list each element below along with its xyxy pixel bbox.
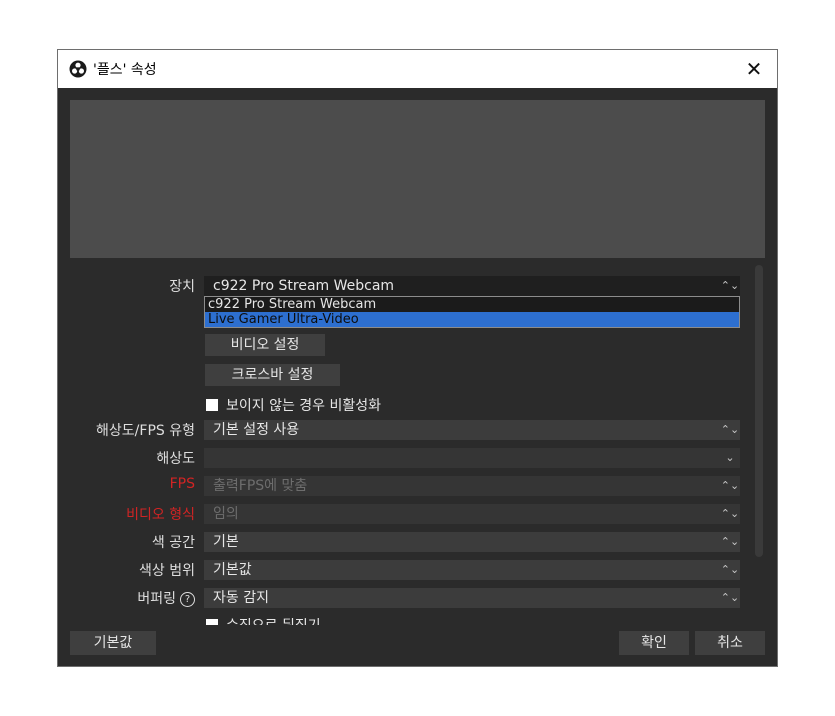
flip-vertical-checkbox[interactable] [206, 619, 218, 625]
updown-arrow-icon: ⌃⌄ [720, 535, 740, 548]
buffering-label-row: 버퍼링? [137, 588, 195, 608]
chevron-down-icon: ⌄ [725, 451, 735, 464]
help-icon[interactable]: ? [180, 592, 195, 607]
flip-vertical-label: 수직으로 뒤집기 [226, 615, 321, 625]
title-bar: '플스' 속성 ✕ [58, 50, 777, 88]
buffering-value: 자동 감지 [213, 590, 269, 606]
close-icon: ✕ [745, 57, 763, 81]
resolution-fps-type-value: 기본 설정 사용 [213, 422, 300, 438]
properties-scrollbar[interactable] [755, 265, 763, 557]
device-dropdown-list: c922 Pro Stream Webcam Live Gamer Ultra-… [204, 296, 740, 328]
color-space-select[interactable]: 기본 ⌃⌄ [204, 532, 740, 552]
resolution-fps-type-select[interactable]: 기본 설정 사용 ⌃⌄ [204, 420, 740, 440]
updown-arrow-icon: ⌃⌄ [720, 279, 740, 292]
window-title: '플스' 속성 [93, 62, 157, 78]
obs-logo-icon [69, 60, 87, 78]
resolution-fps-type-label: 해상도/FPS 유형 [96, 423, 195, 439]
buffering-label: 버퍼링 [137, 591, 176, 607]
video-settings-button[interactable]: 비디오 설정 [205, 334, 325, 356]
fps-select[interactable]: 출력FPS에 맞춤 ⌃⌄ [204, 476, 740, 496]
video-format-label: 비디오 형식 [126, 507, 195, 523]
color-space-value: 기본 [213, 534, 239, 550]
color-space-label: 색 공간 [151, 535, 195, 551]
cancel-button[interactable]: 취소 [695, 631, 765, 655]
updown-arrow-icon: ⌃⌄ [720, 423, 740, 436]
device-select[interactable]: c922 Pro Stream Webcam ⌃⌄ [204, 276, 740, 296]
color-range-select[interactable]: 기본값 ⌃⌄ [204, 560, 740, 580]
color-range-value: 기본값 [213, 562, 252, 578]
deactivate-when-hidden-checkbox[interactable] [206, 399, 218, 411]
close-button[interactable]: ✕ [741, 56, 767, 82]
device-option[interactable]: c922 Pro Stream Webcam [205, 297, 739, 312]
updown-arrow-icon: ⌃⌄ [720, 507, 740, 520]
fps-value: 출력FPS에 맞춤 [213, 478, 308, 494]
updown-arrow-icon: ⌃⌄ [720, 591, 740, 604]
color-range-label: 색상 범위 [139, 563, 195, 579]
defaults-button[interactable]: 기본값 [70, 631, 156, 655]
updown-arrow-icon: ⌃⌄ [720, 479, 740, 492]
video-format-select[interactable]: 임의 ⌃⌄ [204, 504, 740, 524]
ok-button[interactable]: 확인 [619, 631, 689, 655]
properties-panel: 장치 c922 Pro Stream Webcam ⌃⌄ c922 Pro St… [58, 265, 777, 625]
flip-vertical-row[interactable]: 수직으로 뒤집기 [206, 615, 321, 625]
properties-dialog: '플스' 속성 ✕ 장치 c922 Pro Stream Webcam ⌃⌄ c… [57, 49, 778, 667]
device-label: 장치 [169, 279, 195, 295]
buffering-select[interactable]: 자동 감지 ⌃⌄ [204, 588, 740, 608]
video-format-value: 임의 [213, 506, 239, 522]
updown-arrow-icon: ⌃⌄ [720, 563, 740, 576]
deactivate-when-hidden-label: 보이지 않는 경우 비활성화 [226, 398, 382, 414]
deactivate-when-hidden-row[interactable]: 보이지 않는 경우 비활성화 [206, 395, 381, 415]
source-preview [70, 100, 765, 258]
device-select-value: c922 Pro Stream Webcam [213, 278, 395, 294]
device-option-highlighted[interactable]: Live Gamer Ultra-Video [205, 312, 739, 327]
fps-label: FPS [169, 476, 195, 492]
crossbar-settings-button[interactable]: 크로스바 설정 [205, 364, 340, 386]
resolution-select[interactable]: ⌄ [204, 448, 740, 468]
resolution-label: 해상도 [156, 451, 195, 467]
